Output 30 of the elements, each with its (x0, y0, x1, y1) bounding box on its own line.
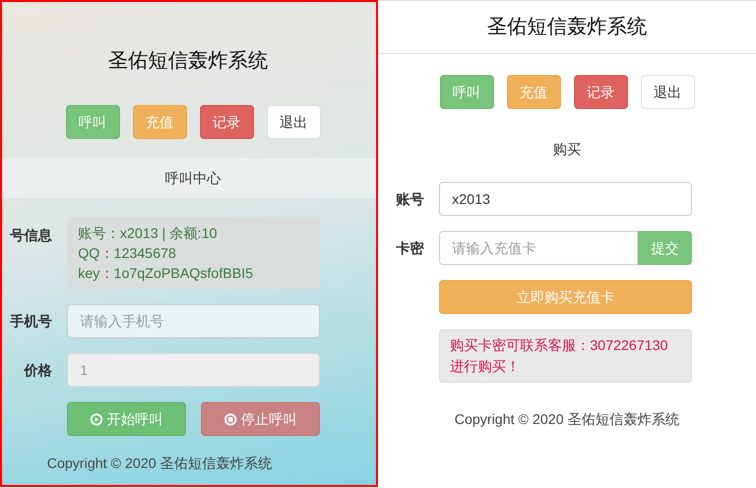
input-field[interactable]: 请输入充值卡 (439, 231, 638, 265)
field-label: 账号 (395, 190, 424, 208)
nav-button[interactable]: 呼叫 (440, 75, 494, 109)
submit-button[interactable]: 提交 (638, 231, 692, 265)
nav-button[interactable]: 记录 (200, 105, 254, 139)
notice: 购买卡密可联系客服：3072267130 进行购买！ (439, 329, 692, 383)
nav-button[interactable]: 呼叫 (66, 105, 120, 139)
field-label: 卡密 (395, 238, 424, 258)
field-label: 手机号 (9, 312, 52, 330)
nav-button[interactable]: 充值 (506, 75, 560, 109)
page-title: 圣佑短信轰炸系统 (378, 1, 756, 54)
nav-button[interactable]: 退出 (640, 75, 694, 109)
nav-button[interactable]: 充值 (132, 105, 186, 139)
stop-button[interactable]: 停止呼叫 (201, 402, 320, 436)
copyright: Copyright © 2020 圣佑短信轰炸系统 (453, 410, 681, 429)
nav-button[interactable]: 退出 (266, 105, 320, 139)
copyright: Copyright © 2020 圣佑短信轰炸系统 (46, 454, 274, 473)
page-title: 圣佑短信轰炸系统 (2, 2, 376, 86)
field-label: 号信息 (9, 226, 52, 245)
field-label: 价格 (22, 360, 52, 380)
stop-icon (224, 412, 237, 426)
start-button[interactable]: 开始呼叫 (67, 402, 186, 436)
section-title: 购买 (552, 140, 582, 159)
input-field[interactable]: x2013 (439, 182, 692, 216)
section-header: 呼叫中心 (2, 158, 376, 198)
buy-button[interactable]: 立即购买充值卡 (439, 280, 692, 314)
play-icon (90, 412, 103, 426)
nav-button[interactable]: 记录 (574, 75, 628, 109)
account-info: 账号：x2013 | 余额:10 QQ：12345678 key：1o7qZoPBAQsfofBBI5 (67, 217, 320, 289)
input-field[interactable]: 请输入手机号 (67, 304, 320, 338)
